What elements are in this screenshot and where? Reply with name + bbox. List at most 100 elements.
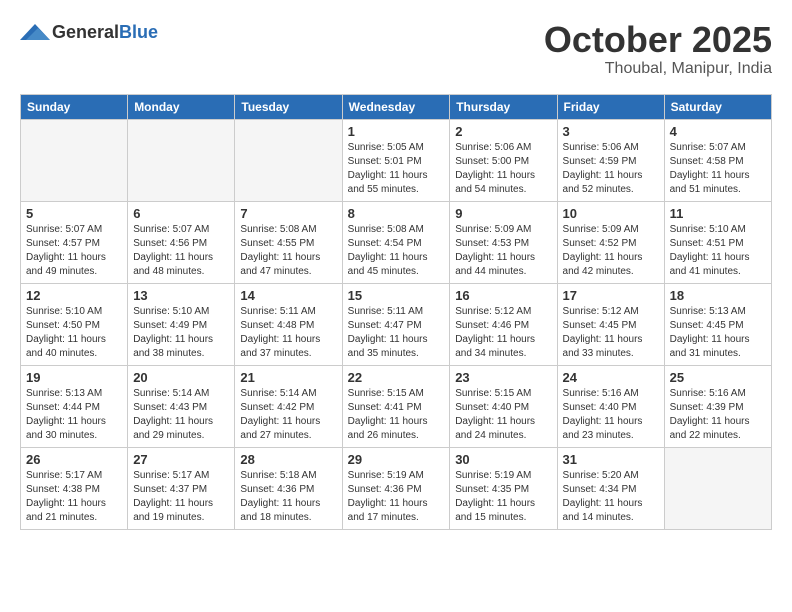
calendar-cell: 26 Sunrise: 5:17 AMSunset: 4:38 PMDayligh… — [21, 447, 128, 529]
weekday-header-thursday: Thursday — [450, 94, 557, 119]
logo: General Blue — [20, 20, 158, 44]
logo-icon — [20, 20, 50, 44]
day-info: Sunrise: 5:11 AMSunset: 4:47 PMDaylight:… — [348, 305, 445, 361]
day-number: 25 — [670, 370, 766, 385]
day-number: 6 — [133, 206, 229, 221]
day-info: Sunrise: 5:13 AMSunset: 4:45 PMDaylight:… — [670, 305, 766, 361]
day-info: Sunrise: 5:20 AMSunset: 4:34 PMDaylight:… — [563, 469, 659, 525]
day-info: Sunrise: 5:12 AMSunset: 4:45 PMDaylight:… — [563, 305, 659, 361]
header: General Blue October 2025 Thoubal, Manip… — [20, 20, 772, 78]
calendar-cell: 18 Sunrise: 5:13 AMSunset: 4:45 PMDayligh… — [664, 283, 771, 365]
week-row-1: 1 Sunrise: 5:05 AMSunset: 5:01 PMDaylight… — [21, 119, 772, 201]
calendar-cell — [128, 119, 235, 201]
weekday-header-row: SundayMondayTuesdayWednesdayThursdayFrid… — [21, 94, 772, 119]
day-number: 5 — [26, 206, 122, 221]
day-info: Sunrise: 5:09 AMSunset: 4:52 PMDaylight:… — [563, 223, 659, 279]
week-row-2: 5 Sunrise: 5:07 AMSunset: 4:57 PMDaylight… — [21, 201, 772, 283]
calendar-cell: 22Sunrise: 5:15 AMSunset: 4:41 PMDayligh… — [342, 365, 450, 447]
calendar-cell: 3Sunrise: 5:06 AMSunset: 4:59 PMDaylight… — [557, 119, 664, 201]
calendar-cell: 11 Sunrise: 5:10 AMSunset: 4:51 PMDayligh… — [664, 201, 771, 283]
week-row-5: 26 Sunrise: 5:17 AMSunset: 4:38 PMDayligh… — [21, 447, 772, 529]
day-info: Sunrise: 5:17 AMSunset: 4:38 PMDaylight:… — [26, 469, 122, 525]
day-info: Sunrise: 5:08 AMSunset: 4:54 PMDaylight:… — [348, 223, 445, 279]
day-info: Sunrise: 5:17 AMSunset: 4:37 PMDaylight:… — [133, 469, 229, 525]
weekday-header-tuesday: Tuesday — [235, 94, 342, 119]
calendar-cell: 7 Sunrise: 5:08 AMSunset: 4:55 PMDaylight… — [235, 201, 342, 283]
day-info: Sunrise: 5:11 AMSunset: 4:48 PMDaylight:… — [240, 305, 336, 361]
day-info: Sunrise: 5:14 AMSunset: 4:42 PMDaylight:… — [240, 387, 336, 443]
day-info: Sunrise: 5:09 AMSunset: 4:53 PMDaylight:… — [455, 223, 551, 279]
day-number: 19 — [26, 370, 122, 385]
calendar-cell: 23Sunrise: 5:15 AMSunset: 4:40 PMDayligh… — [450, 365, 557, 447]
month-title: October 2025 — [544, 20, 772, 60]
week-row-3: 12 Sunrise: 5:10 AMSunset: 4:50 PMDayligh… — [21, 283, 772, 365]
day-number: 9 — [455, 206, 551, 221]
calendar-cell: 8 Sunrise: 5:08 AMSunset: 4:54 PMDaylight… — [342, 201, 450, 283]
day-info: Sunrise: 5:06 AMSunset: 5:00 PMDaylight:… — [455, 141, 551, 197]
day-info: Sunrise: 5:08 AMSunset: 4:55 PMDaylight:… — [240, 223, 336, 279]
day-info: Sunrise: 5:10 AMSunset: 4:50 PMDaylight:… — [26, 305, 122, 361]
day-number: 16 — [455, 288, 551, 303]
day-number: 24 — [563, 370, 659, 385]
day-info: Sunrise: 5:14 AMSunset: 4:43 PMDaylight:… — [133, 387, 229, 443]
week-row-4: 19 Sunrise: 5:13 AMSunset: 4:44 PMDayligh… — [21, 365, 772, 447]
day-info: Sunrise: 5:15 AMSunset: 4:41 PMDaylight:… — [348, 387, 445, 443]
day-number: 17 — [563, 288, 659, 303]
day-number: 10 — [563, 206, 659, 221]
day-number: 18 — [670, 288, 766, 303]
calendar-cell: 16Sunrise: 5:12 AMSunset: 4:46 PMDayligh… — [450, 283, 557, 365]
day-number: 15 — [348, 288, 445, 303]
weekday-header-saturday: Saturday — [664, 94, 771, 119]
day-number: 7 — [240, 206, 336, 221]
day-info: Sunrise: 5:10 AMSunset: 4:51 PMDaylight:… — [670, 223, 766, 279]
calendar-cell: 6 Sunrise: 5:07 AMSunset: 4:56 PMDaylight… — [128, 201, 235, 283]
location-title: Thoubal, Manipur, India — [544, 60, 772, 78]
day-number: 31 — [563, 452, 659, 467]
title-area: October 2025 Thoubal, Manipur, India — [544, 20, 772, 78]
day-info: Sunrise: 5:19 AMSunset: 4:35 PMDaylight:… — [455, 469, 551, 525]
calendar-cell: 9 Sunrise: 5:09 AMSunset: 4:53 PMDaylight… — [450, 201, 557, 283]
day-number: 8 — [348, 206, 445, 221]
weekday-header-wednesday: Wednesday — [342, 94, 450, 119]
calendar-cell: 29 Sunrise: 5:19 AMSunset: 4:36 PMDayligh… — [342, 447, 450, 529]
calendar-cell: 15 Sunrise: 5:11 AMSunset: 4:47 PMDayligh… — [342, 283, 450, 365]
day-number: 11 — [670, 206, 766, 221]
day-info: Sunrise: 5:16 AMSunset: 4:39 PMDaylight:… — [670, 387, 766, 443]
calendar-cell: 19 Sunrise: 5:13 AMSunset: 4:44 PMDayligh… — [21, 365, 128, 447]
day-info: Sunrise: 5:19 AMSunset: 4:36 PMDaylight:… — [348, 469, 445, 525]
calendar-cell: 28Sunrise: 5:18 AMSunset: 4:36 PMDayligh… — [235, 447, 342, 529]
calendar-cell: 30Sunrise: 5:19 AMSunset: 4:35 PMDayligh… — [450, 447, 557, 529]
day-info: Sunrise: 5:13 AMSunset: 4:44 PMDaylight:… — [26, 387, 122, 443]
day-number: 27 — [133, 452, 229, 467]
calendar: SundayMondayTuesdayWednesdayThursdayFrid… — [20, 94, 772, 530]
calendar-cell: 13Sunrise: 5:10 AMSunset: 4:49 PMDayligh… — [128, 283, 235, 365]
day-number: 2 — [455, 124, 551, 139]
day-number: 13 — [133, 288, 229, 303]
day-info: Sunrise: 5:05 AMSunset: 5:01 PMDaylight:… — [348, 141, 445, 197]
day-number: 28 — [240, 452, 336, 467]
calendar-cell: 25 Sunrise: 5:16 AMSunset: 4:39 PMDayligh… — [664, 365, 771, 447]
calendar-cell: 2 Sunrise: 5:06 AMSunset: 5:00 PMDaylight… — [450, 119, 557, 201]
calendar-cell: 24Sunrise: 5:16 AMSunset: 4:40 PMDayligh… — [557, 365, 664, 447]
day-info: Sunrise: 5:07 AMSunset: 4:58 PMDaylight:… — [670, 141, 766, 197]
calendar-cell: 17 Sunrise: 5:12 AMSunset: 4:45 PMDayligh… — [557, 283, 664, 365]
calendar-cell — [235, 119, 342, 201]
day-number: 23 — [455, 370, 551, 385]
day-number: 12 — [26, 288, 122, 303]
day-number: 20 — [133, 370, 229, 385]
day-info: Sunrise: 5:06 AMSunset: 4:59 PMDaylight:… — [563, 141, 659, 197]
weekday-header-sunday: Sunday — [21, 94, 128, 119]
weekday-header-monday: Monday — [128, 94, 235, 119]
day-number: 29 — [348, 452, 445, 467]
day-number: 26 — [26, 452, 122, 467]
calendar-cell: 27 Sunrise: 5:17 AMSunset: 4:37 PMDayligh… — [128, 447, 235, 529]
calendar-cell: 1 Sunrise: 5:05 AMSunset: 5:01 PMDaylight… — [342, 119, 450, 201]
day-number: 1 — [348, 124, 445, 139]
day-number: 14 — [240, 288, 336, 303]
calendar-cell: 14 Sunrise: 5:11 AMSunset: 4:48 PMDayligh… — [235, 283, 342, 365]
day-info: Sunrise: 5:07 AMSunset: 4:56 PMDaylight:… — [133, 223, 229, 279]
weekday-header-friday: Friday — [557, 94, 664, 119]
calendar-cell: 21Sunrise: 5:14 AMSunset: 4:42 PMDayligh… — [235, 365, 342, 447]
day-info: Sunrise: 5:07 AMSunset: 4:57 PMDaylight:… — [26, 223, 122, 279]
calendar-cell — [21, 119, 128, 201]
